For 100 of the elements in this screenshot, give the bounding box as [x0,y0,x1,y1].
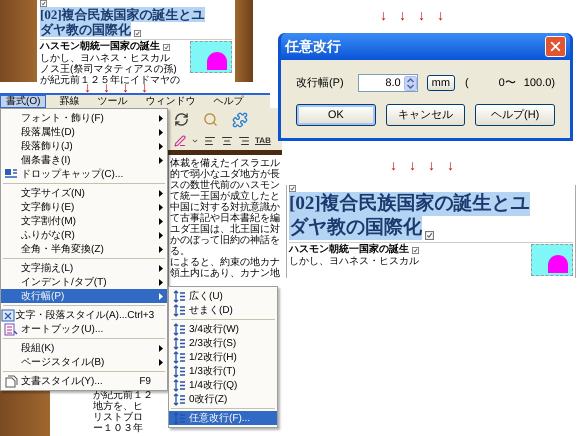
menu-item-label: フォント・飾り(F) [21,112,105,126]
document-heading: [02]複合民族国家の誕生とユ [40,7,205,22]
menu-item[interactable]: 1/3改行(T) [169,364,277,378]
menu-item-label: 任意改行(F)... [189,412,250,426]
menu-bar-item[interactable]: ヘルプ [208,95,248,108]
menu-item[interactable]: 任意改行(F)... [169,411,277,425]
body-text-line: スの数世代前のハスモン [170,180,281,191]
menu-item[interactable]: ドロップキャップ(C)... [1,167,167,181]
menu-item[interactable]: 段落飾り(J) [1,139,167,153]
menu-item[interactable]: 文字サイズ(N) [1,186,167,200]
line-spacing-icon [172,290,186,302]
line-spacing-icon [172,364,186,378]
tab-button[interactable]: TAB [255,134,271,146]
line-spacing-icon [172,378,186,392]
body-text-line: リストブロ [93,412,144,423]
menu-item[interactable]: 1/4改行(Q) [169,378,277,392]
document-heading: [02]複合民族国家の誕生とユ [289,192,530,216]
refresh-icon[interactable] [174,112,189,127]
menu-item[interactable]: 広く(U) [169,289,277,303]
align-left-icon[interactable] [204,134,216,146]
dialog-button[interactable]: キャンセル [386,104,466,126]
body-text-line: る。 [170,246,191,257]
body-text-line: によると、約束の地カナ [170,257,281,268]
line-spacing-icon [172,350,186,364]
menu-item[interactable]: 全角・半角変換(Z) [1,242,167,256]
down-arrow: ↓ [428,158,435,172]
menu-item[interactable]: フォント・飾り(F) [1,111,167,125]
menu-item[interactable]: インデント/タブ(T) [1,275,167,289]
search-icon[interactable] [203,112,218,127]
menu-item[interactable]: 段落属性(D) [1,125,167,139]
menu-bar-item[interactable]: ツール [92,95,132,108]
menu-item[interactable]: せまく(D) [169,303,277,317]
close-icon [548,39,563,54]
menu-item[interactable]: オートブック(U)... [1,322,167,336]
menu-item[interactable]: 1/2改行(H) [169,350,277,364]
body-text-line: 領土内にあり、カナン地 [170,268,281,279]
menu-bar-item[interactable]: ウィンドウ [140,95,200,108]
menu-item[interactable]: ページスタイル(B) [1,355,167,369]
menu-item[interactable]: 改行幅(P) [1,289,167,303]
unit-button[interactable]: mm [426,75,455,91]
body-text-line: て統一王国が成立したと [170,191,281,202]
menu-item-label: 段組(K) [21,342,56,356]
menu-item-label: 文字サイズ(N) [21,186,86,200]
document-heading: ダヤ教の国際化 [289,216,422,240]
puzzle-icon[interactable] [232,112,248,128]
paragraph-mark-icon [425,231,434,240]
line-spacing-icon [172,336,186,350]
range-max: 100.0) [524,76,555,91]
menu-item[interactable]: 3/4改行(W) [169,322,277,336]
menu-item-label: 1/2改行(H) [189,350,237,364]
menu-item[interactable]: 文字割付(M) [1,214,167,228]
line-spacing-icon [172,322,186,336]
spinner-icon[interactable] [404,76,417,90]
down-arrow: ↓ [380,8,387,22]
number-field[interactable]: 8.0 [358,74,418,92]
menu-bar-item[interactable]: 罫線 [54,95,84,108]
menu-item-label: ページスタイル(B) [21,356,106,370]
style-icon [1,308,16,322]
body-text-line: ノス王(祭司マタティアスの孫) [40,64,178,75]
close-button[interactable] [545,36,566,57]
down-arrow: ↓ [399,8,406,22]
menu-item-label: 広く(U) [189,290,223,304]
dialog-button[interactable]: ヘルプ(H) [475,104,556,126]
menu-item-label: 2/3改行(S) [189,336,236,350]
menu-item-label: せまく(D) [189,304,233,318]
line-spacing-icon [172,392,186,406]
menu-bar-item[interactable]: 書式(O) [0,95,46,108]
menu-item[interactable]: 文字揃え(L) [1,261,167,275]
menu-item[interactable]: 段組(K) [1,341,167,355]
body-text-line: しかし、ヨハネス・ヒスカル [289,256,419,268]
range-min: 0〜 [498,76,516,91]
menu-item[interactable]: ふりがな(R) [1,228,167,242]
body-text-line: 体裁を備えたイスラエル [170,158,281,169]
down-arrow: ↓ [437,8,444,22]
pen-icon[interactable] [174,134,186,146]
body-text-line: かのぼって旧約の神話を [170,235,281,246]
dialog-button[interactable]: OK [296,104,376,126]
menu-item[interactable]: 文字飾り(E) [1,200,167,214]
align-center-icon[interactable] [221,134,233,146]
paragraph-mark-icon [412,246,419,254]
menu-item[interactable]: 0改行(Z) [169,392,277,406]
menu-item-label: オートブック(U)... [21,322,104,336]
menu-item-label: 段落属性(D) [21,126,76,140]
body-text-line: ー１０３年 [93,423,144,434]
down-arrow: ↓ [390,158,397,172]
menu-item-label: 1/3改行(T) [189,364,236,378]
menu-item[interactable]: 文字・段落スタイル(A)...Ctrl+3 [1,308,167,322]
down-arrow: ↓ [447,158,454,172]
menu-item[interactable]: 2/3改行(S) [169,336,277,350]
body-text-line: 中国に対する対抗意識か [170,202,281,213]
body-text-line: て古事記や日本書紀を編 [170,213,281,224]
menu-item[interactable]: 個条書き(I) [1,153,167,167]
document-icon [4,374,18,388]
menu-item[interactable]: 文書スタイル(Y)... F9 [1,374,167,388]
field-label: 改行幅(P) [296,76,345,91]
dialog-title: 任意改行 [285,37,341,56]
menu-item-label: 段落飾り(J) [21,140,74,154]
body-text-line: しかし、ヨハネス・ヒスカル [40,53,171,64]
line-spacing-icon [172,304,186,316]
align-right-icon[interactable] [238,134,250,146]
